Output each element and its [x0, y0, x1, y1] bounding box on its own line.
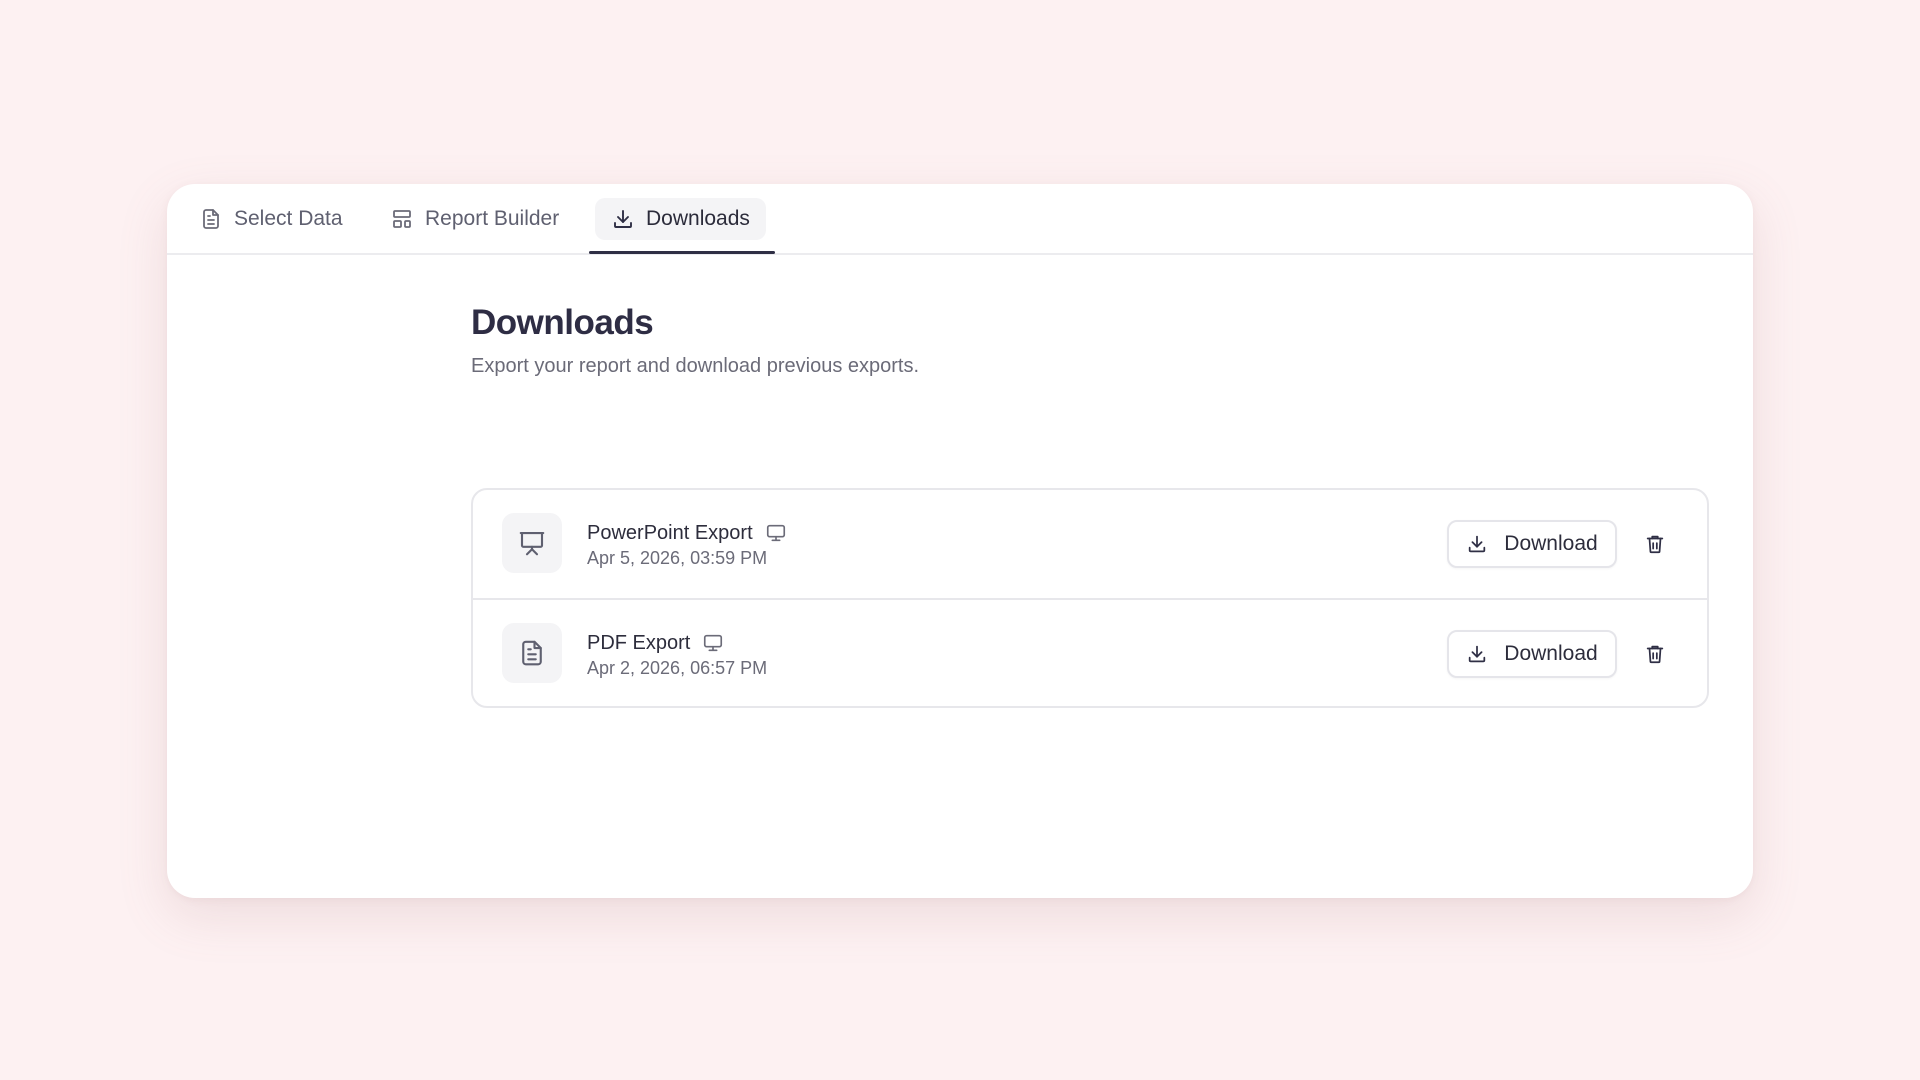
trash-icon: [1644, 643, 1666, 665]
download-button-label: Download: [1504, 642, 1598, 665]
page-subtitle: Export your report and download previous…: [471, 355, 920, 377]
export-name: PowerPoint Export: [587, 521, 753, 544]
delete-button[interactable]: [1639, 638, 1671, 670]
page-title: Downloads: [471, 303, 654, 342]
tab-downloads[interactable]: Downloads: [595, 198, 766, 240]
tab-label: Select Data: [234, 207, 343, 230]
download-button[interactable]: Download: [1447, 520, 1617, 568]
trash-icon: [1644, 533, 1666, 555]
tab-label: Report Builder: [425, 207, 560, 230]
download-icon: [1466, 533, 1488, 555]
download-icon: [611, 207, 635, 231]
tab-bar: Select Data Report Builder Downloads: [167, 184, 1753, 255]
export-name: PDF Export: [587, 631, 691, 654]
export-name-line: PDF Export: [587, 630, 724, 656]
tab-select-data[interactable]: Select Data: [199, 198, 343, 240]
export-row-powerpoint: PowerPoint Export Apr 5, 2026, 03:59 PM: [473, 490, 1707, 598]
tab-report-builder[interactable]: Report Builder: [390, 198, 559, 240]
delete-button[interactable]: [1639, 528, 1671, 560]
downloads-panel: Downloads Export your report and downloa…: [471, 302, 1709, 708]
file-text-icon: [199, 207, 223, 231]
export-date: Apr 2, 2026, 06:57 PM: [587, 658, 768, 678]
download-button[interactable]: Download: [1447, 630, 1617, 678]
tab-label: Downloads: [646, 207, 750, 230]
download-button-label: Download: [1504, 532, 1598, 555]
export-row-pdf: PDF Export Apr 2, 2026, 06:57 PM Downloa…: [473, 598, 1707, 706]
download-icon: [1466, 643, 1488, 665]
presentation-icon: [502, 513, 562, 573]
export-name-line: PowerPoint Export: [587, 520, 787, 546]
export-date: Apr 5, 2026, 03:59 PM: [587, 548, 768, 568]
monitor-icon: [765, 522, 787, 544]
app-window: Select Data Report Builder Downloads Dow…: [167, 184, 1753, 898]
exports-list: PowerPoint Export Apr 5, 2026, 03:59 PM: [471, 488, 1709, 708]
layout-icon: [390, 207, 414, 231]
active-tab-indicator: [589, 251, 775, 254]
document-icon: [502, 623, 562, 683]
monitor-icon: [702, 632, 724, 654]
